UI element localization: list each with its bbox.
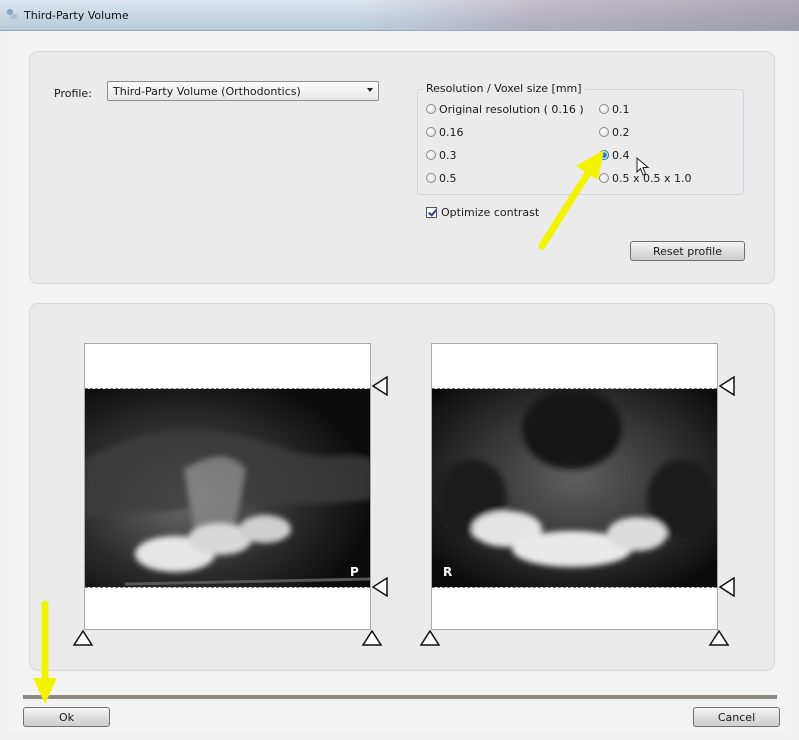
radio-label: 0.5 x 0.5 x 1.0	[612, 171, 692, 185]
radio-label: 0.5	[439, 171, 457, 185]
profile-dropdown[interactable]: Third-Party Volume (Orthodontics)	[107, 81, 379, 101]
radio-label: 0.2	[612, 125, 630, 139]
radio-0-2[interactable]: 0.2	[599, 125, 630, 139]
ok-label: Ok	[58, 710, 75, 724]
radio-button-icon	[426, 104, 436, 114]
radio-button-icon	[426, 150, 436, 160]
optimize-contrast-checkbox[interactable]: Optimize contrast	[426, 206, 539, 219]
sagittal-scan-image	[85, 388, 370, 588]
orientation-label: R	[443, 565, 453, 579]
radio-button-icon	[599, 104, 609, 114]
radio-0-3[interactable]: 0.3	[426, 148, 457, 162]
coronal-scan-image	[432, 388, 717, 588]
volume-view-sagittal[interactable]: P	[84, 343, 371, 630]
radio-0-16[interactable]: 0.16	[426, 125, 464, 139]
radio-0-1[interactable]: 0.1	[599, 102, 630, 116]
xray-image	[432, 389, 717, 587]
crop-handle-right-edge-view2-icon[interactable]	[708, 629, 730, 647]
volume-view-coronal[interactable]: R	[431, 343, 718, 630]
radio-button-icon	[599, 127, 609, 137]
window-title: Third-Party Volume	[24, 9, 129, 22]
reset-profile-button[interactable]: Reset profile	[630, 241, 745, 261]
annotation-arrow-icon	[538, 150, 604, 250]
annotation-arrow-down-icon	[33, 600, 57, 704]
footer-divider	[23, 695, 777, 699]
reset-profile-label: Reset profile	[653, 244, 722, 258]
radio-original-resolution[interactable]: Original resolution ( 0.16 )	[426, 102, 584, 116]
crop-handle-bottom-right-view-icon[interactable]	[718, 577, 736, 597]
cancel-button[interactable]: Cancel	[693, 707, 780, 727]
cancel-label: Cancel	[717, 710, 756, 724]
title-bar: Third-Party Volume	[0, 0, 799, 31]
title-bar-shade	[360, 0, 799, 30]
profile-dropdown-value: Third-Party Volume (Orthodontics)	[113, 85, 301, 98]
radio-button-icon	[426, 173, 436, 183]
crop-handle-left-edge-view2-icon[interactable]	[419, 629, 441, 647]
optimize-contrast-label: Optimize contrast	[441, 206, 540, 219]
crop-handle-bottom-left-view-icon[interactable]	[371, 577, 389, 597]
crop-handle-top-right-view-icon[interactable]	[718, 376, 736, 396]
checkbox-checked-icon	[426, 207, 437, 218]
radio-button-icon	[426, 127, 436, 137]
radio-label: 0.4	[612, 148, 630, 162]
ok-button[interactable]: Ok	[23, 707, 110, 727]
crop-handle-left-edge-view1-icon[interactable]	[72, 629, 94, 647]
app-icon	[7, 9, 17, 19]
radio-label: 0.3	[439, 148, 457, 162]
radio-label: 0.1	[612, 102, 630, 116]
crop-handle-right-edge-view1-icon[interactable]	[361, 629, 383, 647]
crop-handle-top-left-view-icon[interactable]	[371, 376, 389, 396]
radio-0-5[interactable]: 0.5	[426, 171, 457, 185]
radio-label: 0.16	[439, 125, 464, 139]
chevron-down-icon	[367, 88, 373, 92]
xray-image	[85, 389, 370, 587]
mouse-cursor-icon	[636, 157, 650, 176]
radio-label: Original resolution ( 0.16 )	[439, 102, 584, 116]
profile-label: Profile:	[54, 87, 92, 100]
resolution-group-title: Resolution / Voxel size [mm]	[423, 82, 585, 95]
orientation-label: P	[350, 565, 359, 579]
